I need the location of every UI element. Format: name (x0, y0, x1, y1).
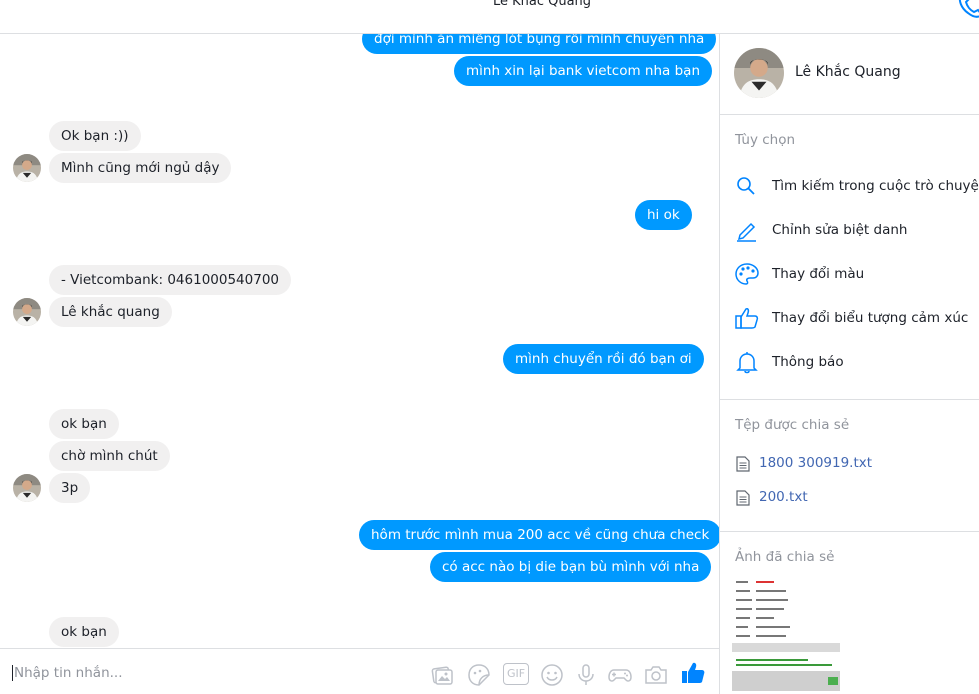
message-composer: GIF (0, 648, 719, 694)
message-incoming: ok bạn (49, 409, 119, 439)
microphone-icon[interactable] (574, 663, 598, 687)
contact-avatar[interactable] (13, 474, 41, 502)
message-input[interactable] (14, 663, 394, 683)
conversation-info-panel: Lê Khắc Quang Tùy chọn Tìm kiếm trong cu… (720, 34, 979, 694)
message-outgoing: đợi mình ăn miếng lót bụng rồi mình chuy… (362, 34, 717, 54)
option-label: Thay đổi biểu tượng cảm xúc (772, 310, 969, 326)
contact-avatar[interactable] (13, 154, 41, 182)
camera-icon[interactable] (644, 663, 668, 687)
message-outgoing: hi ok (635, 200, 692, 230)
sticker-icon[interactable] (467, 663, 491, 687)
contact-avatar-large[interactable] (734, 48, 784, 98)
phone-call-icon[interactable] (954, 0, 979, 20)
receipt-image (732, 577, 840, 694)
option-change-color[interactable]: Thay đổi màu (734, 259, 979, 289)
message-incoming: chờ mình chút (49, 441, 170, 471)
message-list[interactable]: đợi mình ăn miếng lót bụng rồi mình chuy… (0, 34, 719, 648)
divider (720, 114, 979, 115)
game-controller-icon[interactable] (608, 663, 632, 687)
shared-file[interactable]: 1800 300919.txt (736, 454, 966, 474)
divider (720, 399, 979, 400)
file-name: 200.txt (759, 489, 808, 505)
option-label: Thay đổi màu (772, 266, 865, 282)
message-incoming: Mình cũng mới ngủ dậy (49, 153, 232, 183)
message-outgoing: có acc nào bị die bạn bù mình với nha (430, 552, 712, 582)
shared-file[interactable]: 200.txt (736, 488, 966, 508)
pencil-icon (737, 222, 756, 242)
conversation-title: Lê Khắc Quang (492, 0, 592, 9)
text-caret (12, 665, 13, 681)
message-incoming: - Vietcombank: 0461000540700 (49, 265, 291, 295)
file-name: 1800 300919.txt (759, 455, 873, 471)
shared-files-title[interactable]: Tệp được chia sẻ (735, 417, 849, 433)
message-outgoing: mình xin lại bank vietcom nha bạn (454, 56, 713, 86)
document-icon (736, 490, 750, 506)
option-edit-nickname[interactable]: Chỉnh sửa biệt danh (734, 215, 979, 245)
contact-avatar[interactable] (13, 298, 41, 326)
message-incoming: 3p (49, 473, 91, 503)
gif-button[interactable]: GIF (503, 663, 529, 685)
message-incoming: ok bạn (49, 617, 119, 647)
shared-photo-thumbnail[interactable] (732, 577, 840, 694)
message-outgoing: hôm trước mình mua 200 acc về cũng chưa … (359, 520, 719, 550)
option-search-conversation[interactable]: Tìm kiếm trong cuộc trò chuyện (734, 171, 979, 201)
options-title[interactable]: Tùy chọn (735, 132, 795, 148)
emoji-icon[interactable] (540, 663, 564, 687)
message-incoming: Ok bạn :)) (49, 121, 141, 151)
thumbs-up-icon (735, 308, 759, 329)
option-label: Thông báo (772, 354, 844, 370)
contact-name[interactable]: Lê Khắc Quang (795, 64, 901, 80)
option-notifications[interactable]: Thông báo (734, 347, 979, 377)
document-icon (736, 456, 750, 472)
bell-icon (736, 352, 758, 374)
message-outgoing: mình chuyển rồi đó bạn ơi (503, 344, 704, 374)
conversation-header: Lê Khắc Quang (0, 0, 979, 34)
message-incoming: Lê khắc quang (49, 297, 172, 327)
palette-icon (735, 263, 759, 285)
option-label: Tìm kiếm trong cuộc trò chuyện (772, 178, 979, 194)
image-upload-icon[interactable] (430, 663, 454, 687)
search-icon (737, 177, 755, 195)
thumbs-up-send-icon[interactable] (681, 661, 705, 685)
option-change-emoji[interactable]: Thay đổi biểu tượng cảm xúc (734, 303, 979, 333)
shared-photos-title[interactable]: Ảnh đã chia sẻ (735, 549, 834, 565)
divider (720, 531, 979, 532)
option-label: Chỉnh sửa biệt danh (772, 222, 908, 238)
